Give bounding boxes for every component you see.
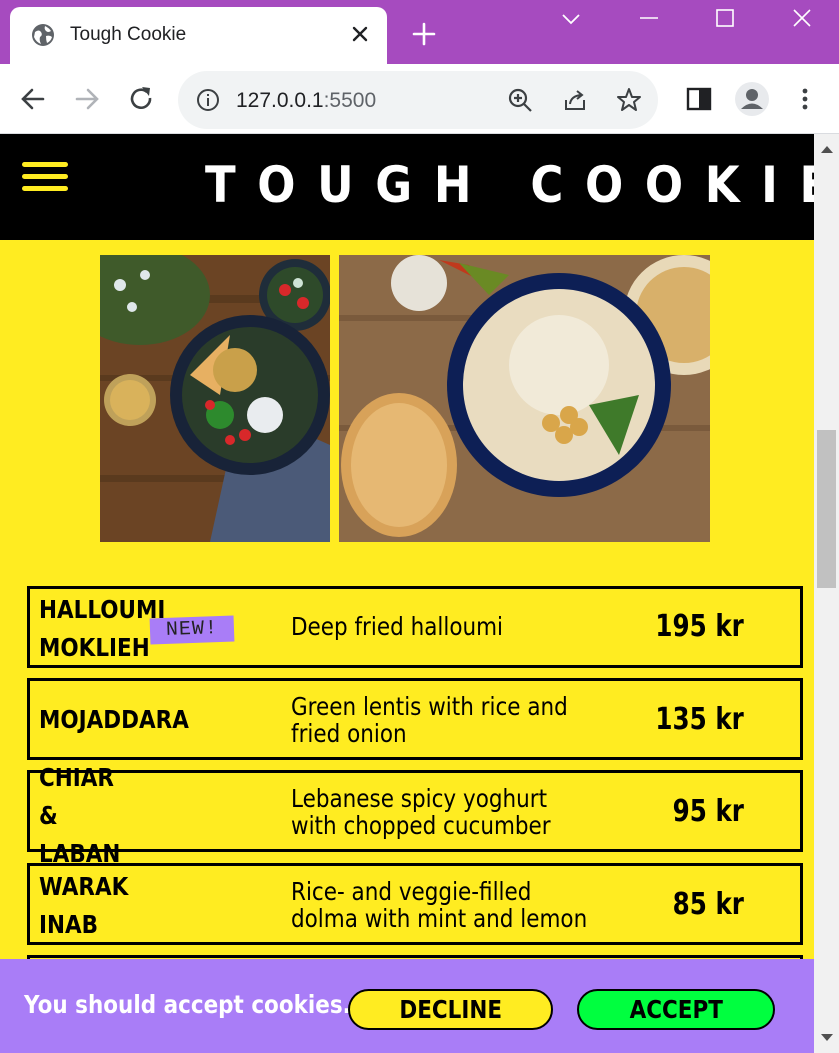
url-text: 127.0.0.1:5500 xyxy=(236,89,376,113)
menu-item-mojaddara[interactable]: MOJADDARA Green lentis with rice and fri… xyxy=(27,678,803,760)
browser-tab-strip: Tough Cookie xyxy=(0,0,839,64)
page-scrollbar[interactable] xyxy=(814,134,839,1053)
menu-item-price: 195 kr xyxy=(655,609,744,644)
back-arrow-icon[interactable] xyxy=(18,84,48,114)
browser-tab[interactable]: Tough Cookie xyxy=(10,7,387,64)
tab-search-chevron-icon[interactable] xyxy=(558,6,584,32)
close-tab-icon[interactable] xyxy=(348,22,372,46)
profile-avatar-icon[interactable] xyxy=(734,81,770,117)
forward-arrow-icon[interactable] xyxy=(72,84,102,114)
site-header: TOUGH COOKIE xyxy=(0,134,814,240)
menu-item-description: Lebanese spicy yoghurt with chopped cucu… xyxy=(291,784,551,840)
new-badge: NEW! xyxy=(149,615,235,645)
salad-bowl-photo xyxy=(100,255,330,542)
menu-item-price: 95 kr xyxy=(672,794,744,829)
accept-button-label: ACCEPT xyxy=(629,995,723,1024)
side-panel-icon[interactable] xyxy=(684,84,714,114)
globe-icon xyxy=(32,24,54,46)
maximize-icon[interactable] xyxy=(712,6,738,32)
reload-icon[interactable] xyxy=(126,84,156,114)
page-viewport: TOUGH COOKIE HALLOUMI MOKLIEH NEW! Deep … xyxy=(0,134,814,1053)
hummus-photo xyxy=(339,255,710,542)
tab-title: Tough Cookie xyxy=(70,24,187,45)
new-tab-icon[interactable] xyxy=(410,20,438,48)
zoom-icon[interactable] xyxy=(506,86,534,114)
browser-toolbar: 127.0.0.1:5500 xyxy=(0,64,839,134)
menu-item-description: Rice- and veggie-filled dolma with mint … xyxy=(291,877,588,933)
scrollbar-thumb[interactable] xyxy=(817,430,836,588)
share-icon[interactable] xyxy=(561,86,589,114)
decline-button[interactable]: DECLINE xyxy=(348,989,553,1030)
menu-item-price: 135 kr xyxy=(655,702,744,737)
bookmark-star-icon[interactable] xyxy=(615,86,643,114)
address-bar[interactable]: 127.0.0.1:5500 xyxy=(178,71,658,129)
cookie-message: You should accept cookies. xyxy=(24,990,351,1019)
decline-button-label: DECLINE xyxy=(399,995,502,1024)
scroll-down-arrow-icon[interactable] xyxy=(821,1034,833,1041)
scroll-up-arrow-icon[interactable] xyxy=(821,146,833,153)
menu-item-description: Green lentis with rice and fried onion xyxy=(291,692,568,748)
menu-item-warak-inab[interactable]: WARAK INAB Rice- and veggie-filled dolma… xyxy=(27,863,803,945)
menu-item-name: CHIAR & LABAN xyxy=(39,763,121,868)
menu-item-name: WARAK INAB xyxy=(39,872,129,939)
site-brand: TOUGH COOKIE xyxy=(205,156,814,214)
menu-item-chiar-laban[interactable]: CHIAR & LABAN Lebanese spicy yoghurt wit… xyxy=(27,763,803,868)
accept-button[interactable]: ACCEPT xyxy=(577,989,775,1030)
menu-item-name: MOJADDARA xyxy=(39,705,189,734)
cookie-banner: You should accept cookies. DECLINE ACCEP… xyxy=(0,959,814,1053)
menu-item-halloumi[interactable]: HALLOUMI MOKLIEH NEW! Deep fried halloum… xyxy=(27,586,803,668)
window-close-icon[interactable] xyxy=(789,6,815,32)
menu-item-name: HALLOUMI MOKLIEH xyxy=(39,595,166,662)
more-menu-icon[interactable] xyxy=(790,84,820,114)
site-info-icon[interactable] xyxy=(196,88,220,112)
minimize-icon[interactable] xyxy=(636,6,662,32)
hamburger-menu-icon[interactable] xyxy=(22,162,68,196)
url-port: :5500 xyxy=(323,89,377,112)
menu-item-price: 85 kr xyxy=(672,887,744,922)
menu-item-description: Deep fried halloumi xyxy=(291,612,504,641)
url-host: 127.0.0.1 xyxy=(236,89,324,112)
